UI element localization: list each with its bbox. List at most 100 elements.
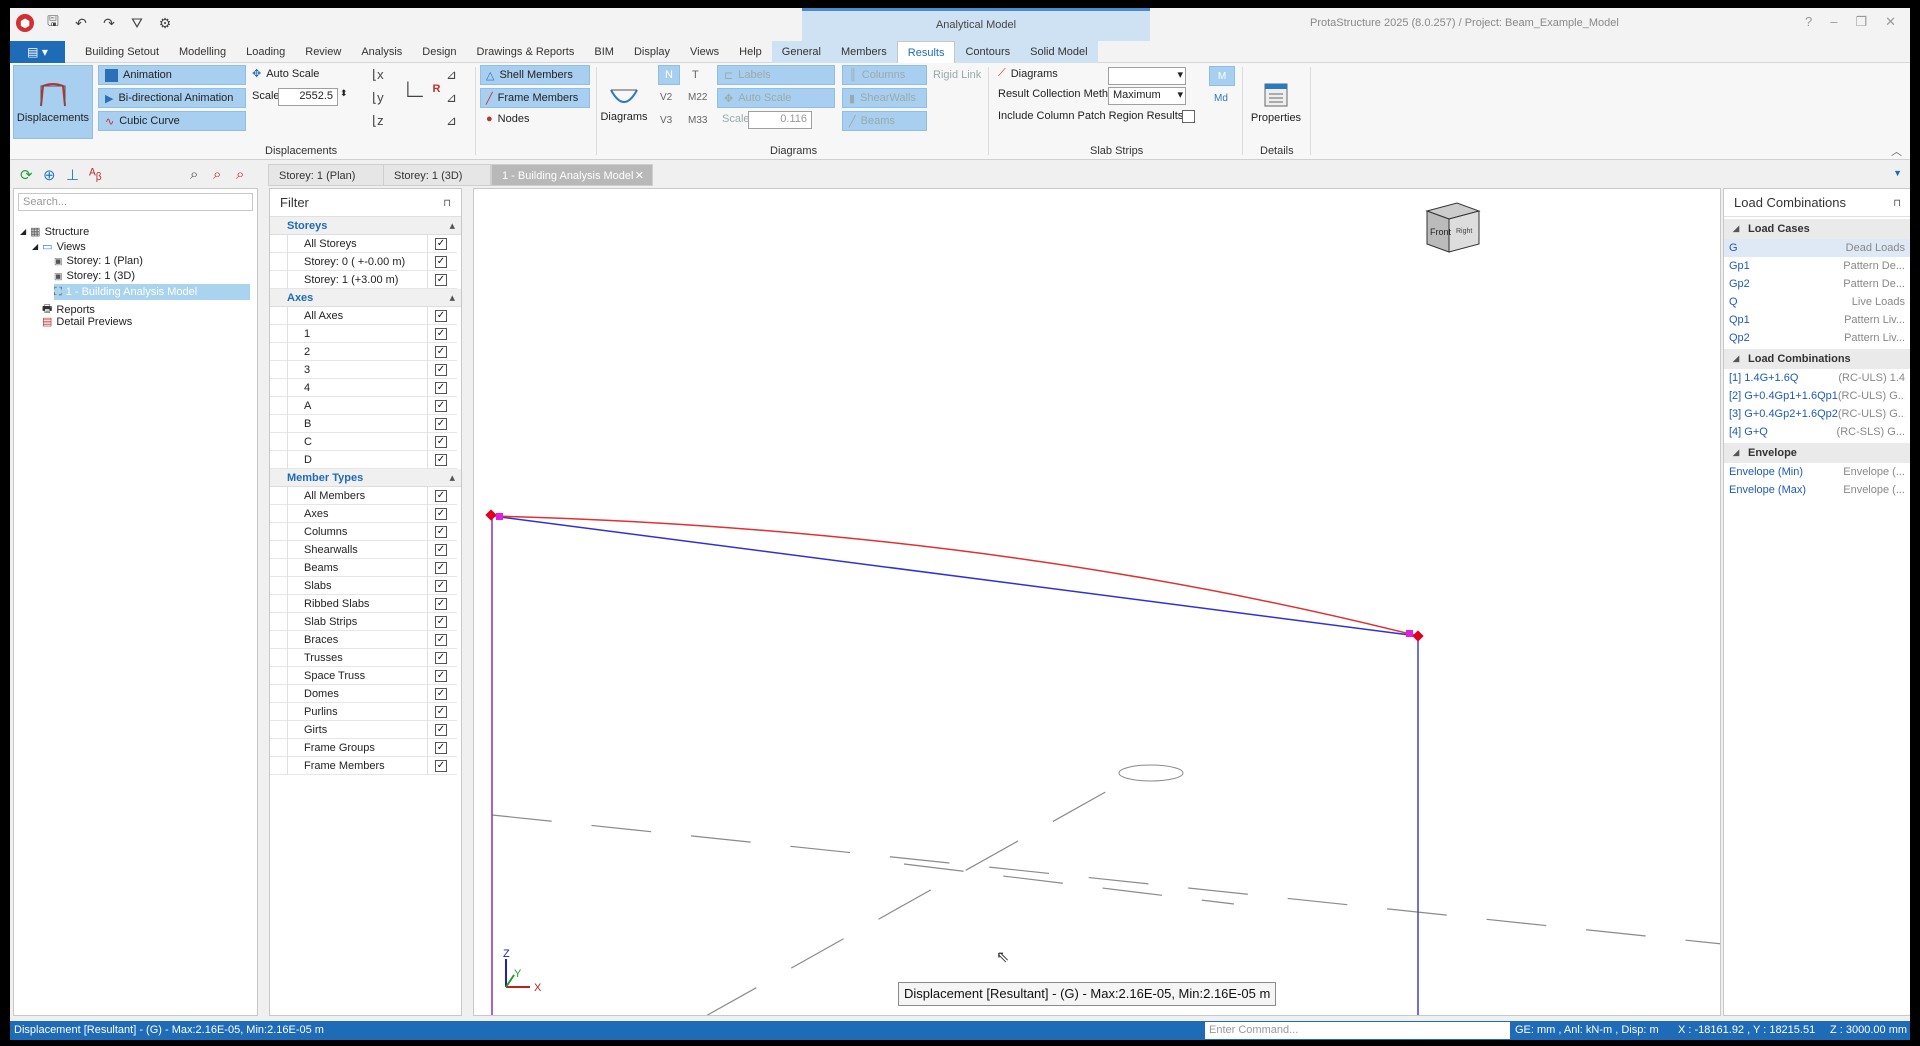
tab-members[interactable]: Members: [830, 41, 897, 64]
tab-general[interactable]: General: [771, 41, 831, 64]
node-marker[interactable]: [496, 513, 503, 520]
local-y-icon[interactable]: ⌊y: [372, 90, 384, 106]
filter-checkbox[interactable]: ✓: [435, 346, 447, 358]
filter-row[interactable]: All Storeys ✓: [270, 235, 457, 253]
shell-members-button[interactable]: △ Shell Members: [480, 65, 590, 85]
restore-icon[interactable]: ❐: [1855, 14, 1867, 30]
tab-views[interactable]: Views: [680, 41, 729, 64]
filter-checkbox[interactable]: ✓: [435, 616, 447, 628]
tree-node-storey-3d[interactable]: ▣ Storey: 1 (3D): [54, 270, 135, 282]
undo-icon[interactable]: ↶: [72, 14, 90, 32]
filter-row[interactable]: Storey: 1 (+3.00 m) ✓: [270, 271, 457, 289]
lc-row[interactable]: [4] G+Q (RC-SLS) G...: [1724, 423, 1910, 441]
filter-row[interactable]: A ✓: [270, 397, 457, 415]
filter-row[interactable]: Girts ✓: [270, 721, 457, 739]
view-cube[interactable]: Front Right: [1425, 202, 1481, 253]
tree-node-storey-plan[interactable]: ▣ Storey: 1 (Plan): [54, 255, 143, 267]
filter-checkbox[interactable]: ✓: [435, 526, 447, 538]
cubic-curve-button[interactable]: ∿ Cubic Curve: [98, 111, 246, 131]
filter-checkbox[interactable]: ✓: [435, 508, 447, 520]
tab-review[interactable]: Review: [295, 41, 351, 64]
pin-icon[interactable]: ⊓: [1893, 198, 1901, 209]
filter-row[interactable]: 1 ✓: [270, 325, 457, 343]
filter-checkbox[interactable]: ✓: [435, 706, 447, 718]
filter-checkbox[interactable]: ✓: [435, 724, 447, 736]
filter-checkbox[interactable]: ✓: [435, 670, 447, 682]
t-button[interactable]: T: [692, 69, 699, 81]
filter-checkbox[interactable]: ✓: [435, 238, 447, 250]
filter-section-header[interactable]: Storeys: [270, 217, 461, 235]
rigid-link-button[interactable]: Rigid Link: [933, 69, 981, 81]
filter-checkbox[interactable]: ✓: [435, 328, 447, 340]
filter-checkbox[interactable]: ✓: [435, 742, 447, 754]
filter-row[interactable]: C ✓: [270, 433, 457, 451]
node-marker[interactable]: [485, 509, 497, 521]
file-menu-button[interactable]: ▤ ▾: [10, 41, 65, 63]
lc-row[interactable]: Envelope (Max) Envelope (...: [1724, 481, 1910, 499]
lc-section-header[interactable]: Load Combinations: [1724, 349, 1910, 369]
pin-icon[interactable]: ⊓: [443, 198, 451, 209]
lc-row[interactable]: [1] 1.4G+1.6Q (RC-ULS) 1.4: [1724, 369, 1910, 387]
filter-row[interactable]: Braces ✓: [270, 631, 457, 649]
md-button[interactable]: Md: [1214, 93, 1228, 104]
expand-icon[interactable]: ◢: [20, 227, 26, 236]
close-tab-icon[interactable]: ✕: [635, 165, 644, 187]
tree-node-analysis-model[interactable]: ⛶ 1 - Building Analysis Model: [54, 284, 250, 300]
filter-row[interactable]: 2 ✓: [270, 343, 457, 361]
properties-button[interactable]: Properties: [1248, 67, 1304, 139]
lc-section-header[interactable]: Envelope: [1724, 443, 1910, 463]
lc-row[interactable]: Gp2 Pattern De...: [1724, 275, 1910, 293]
frame-members-button[interactable]: ╱ Frame Members: [480, 88, 590, 108]
auto-scale-button[interactable]: ✥ Auto Scale: [252, 67, 319, 81]
lc-row[interactable]: Q Live Loads: [1724, 293, 1910, 311]
shearwalls-button[interactable]: ▮ ShearWalls: [842, 88, 927, 108]
doc-tab-3d[interactable]: Storey: 1 (3D): [383, 164, 491, 186]
local-x-icon[interactable]: ⌊x: [372, 67, 384, 83]
lc-section-header[interactable]: Load Cases: [1724, 219, 1910, 239]
expand-icon[interactable]: ◢: [32, 242, 38, 251]
slab-strip-diagrams-button[interactable]: ⟋ Diagrams: [998, 67, 1058, 80]
filter-checkbox[interactable]: ✓: [435, 598, 447, 610]
filter-checkbox[interactable]: ✓: [435, 652, 447, 664]
node-marker[interactable]: [1412, 630, 1424, 642]
tab-help[interactable]: Help: [729, 41, 772, 64]
filter-checkbox[interactable]: ✓: [435, 490, 447, 502]
filter-row[interactable]: Axes ✓: [270, 505, 457, 523]
result-collection-select[interactable]: Maximum ▾: [1108, 87, 1186, 105]
filter-checkbox[interactable]: ✓: [435, 382, 447, 394]
text-sort-icon[interactable]: ᴬᵦ: [89, 166, 102, 183]
filter-row[interactable]: Ribbed Slabs ✓: [270, 595, 457, 613]
filter-checkbox[interactable]: ✓: [435, 454, 447, 466]
beams-button[interactable]: ╱ Beams: [842, 111, 927, 131]
include-patch-checkbox[interactable]: [1182, 110, 1195, 123]
3d-viewport[interactable]: Z Y X Front Right ⇖ Displacement [Result…: [473, 188, 1721, 1016]
filter-row[interactable]: Frame Groups ✓: [270, 739, 457, 757]
tab-solid-model[interactable]: Solid Model: [1020, 41, 1098, 64]
filter-row[interactable]: Space Truss ✓: [270, 667, 457, 685]
filter-checkbox[interactable]: ✓: [435, 400, 447, 412]
m33-button[interactable]: M33: [688, 115, 707, 126]
filter-checkbox[interactable]: ✓: [435, 544, 447, 556]
displacements-button[interactable]: Displacements: [13, 65, 93, 139]
filter-row[interactable]: D ✓: [270, 451, 457, 469]
refresh-icon[interactable]: ⟳: [20, 166, 33, 184]
filter-section-header[interactable]: Member Types: [270, 469, 461, 487]
filter-checkbox[interactable]: ✓: [435, 634, 447, 646]
settings-gear-icon[interactable]: ⚙: [156, 14, 174, 32]
lc-row[interactable]: G Dead Loads: [1724, 239, 1910, 257]
scale-input[interactable]: 2552.5: [278, 88, 338, 106]
tab-modelling[interactable]: Modelling: [169, 41, 236, 64]
filter-row[interactable]: All Axes ✓: [270, 307, 457, 325]
filter-row[interactable]: Slabs ✓: [270, 577, 457, 595]
columns-button[interactable]: ║ Columns: [842, 65, 927, 85]
bidirectional-animation-button[interactable]: ▶ Bi-directional Animation: [98, 88, 246, 108]
globe-icon[interactable]: ⊕: [43, 166, 56, 184]
v2-button[interactable]: V2: [660, 92, 672, 103]
filter-checkbox[interactable]: ✓: [435, 562, 447, 574]
zoom-in-icon[interactable]: ⌕: [213, 166, 221, 183]
tab-display[interactable]: Display: [624, 41, 680, 64]
lc-row[interactable]: [3] G+0.4Gp2+1.6Qp2 (RC-ULS) G...: [1724, 405, 1910, 423]
filter-row[interactable]: Trusses ✓: [270, 649, 457, 667]
filter-checkbox[interactable]: ✓: [435, 364, 447, 376]
local-z-icon[interactable]: ⌊z: [372, 113, 384, 129]
